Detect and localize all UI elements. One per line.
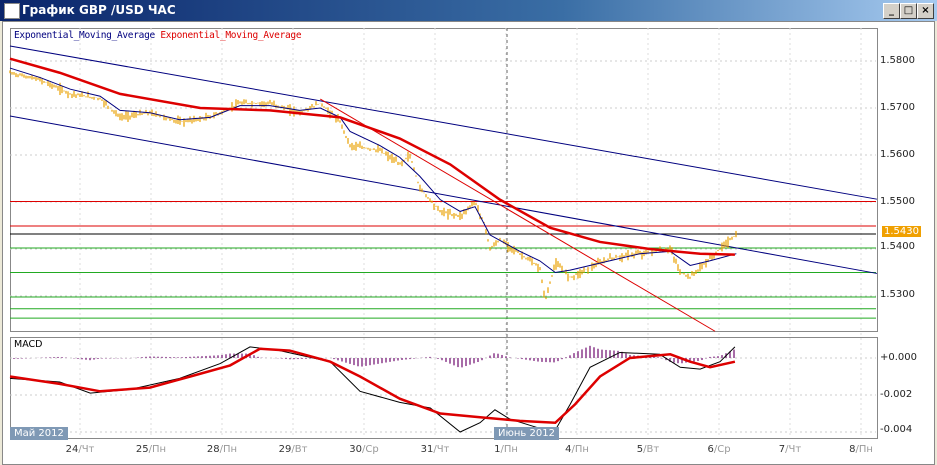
macd-label: MACD [14,339,43,350]
indicator-legend: Exponential_Moving_Average Exponential_M… [14,30,302,41]
x-axis-label: 4/Пн [565,444,589,455]
price-label: 1.5500 [880,196,915,207]
x-axis-label: 31/Чт [420,444,450,455]
current-price-tag: 1.5430 [882,226,921,237]
price-label: 1.5700 [880,102,915,113]
trend-line [320,98,716,332]
x-axis-label: 25/Пн [135,444,167,455]
macd-axis-label: -0.004 [880,424,913,435]
price-label: 1.5800 [880,55,915,66]
month-tag-may: Май 2012 [10,427,68,440]
price-label: 1.5600 [880,149,915,160]
x-axis-label: 8/Пн [849,444,873,455]
x-axis-label: 1/Пн [494,444,518,455]
macd-axis-label: -0.002 [880,389,913,400]
x-axis-label: 28/Пн [206,444,238,455]
trend-line [9,45,877,200]
macd-signal-line [9,347,736,425]
x-axis-label: 5/Вт [636,444,660,455]
x-axis-label: 6/Ср [707,444,731,455]
price-label: 1.5400 [880,241,915,252]
x-axis-label: 30/Ср [349,444,379,455]
chart-canvas[interactable] [0,0,937,465]
x-axis-label: 7/Чт [778,444,802,455]
price-label: 1.5300 [880,289,915,300]
month-tag-june: Июнь 2012 [494,427,559,440]
macd-axis-label: +0.000 [880,352,918,363]
legend-ema-slow[interactable]: Exponential_Moving_Average [160,30,301,41]
x-axis-label: 24/Чт [65,444,95,455]
ema-fast-line [9,67,737,274]
legend-ema-fast[interactable]: Exponential_Moving_Average [14,30,155,41]
x-axis-label: 29/Вт [278,444,308,455]
ema-slow-line [9,57,735,256]
trend-line [9,115,877,274]
